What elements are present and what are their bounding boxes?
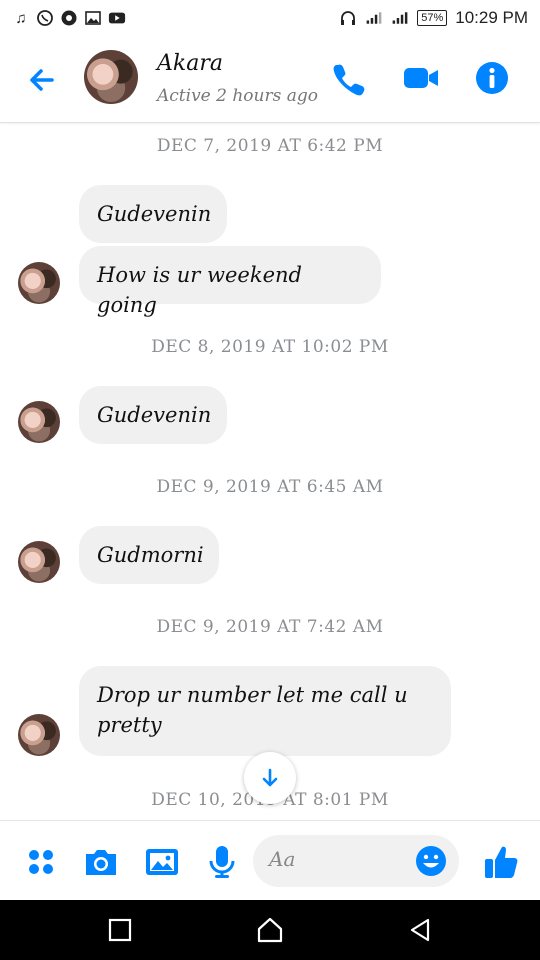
battery-indicator: 57%: [417, 10, 448, 26]
apps-grid-icon: [29, 850, 53, 874]
thread-timestamp: DEC 8, 2019 AT 10:02 PM: [151, 337, 389, 357]
message-bubble[interactable]: Gudmorni: [79, 526, 219, 584]
system-navigation-bar: [0, 900, 540, 960]
image-icon: [146, 849, 178, 875]
info-button[interactable]: [474, 60, 510, 96]
contact-avatar[interactable]: [84, 50, 138, 104]
contact-name[interactable]: Akara: [157, 51, 223, 76]
sender-avatar[interactable]: [18, 541, 60, 583]
camera-button[interactable]: [82, 843, 120, 881]
arrow-down-icon: [262, 768, 278, 787]
like-button[interactable]: [482, 843, 520, 881]
back-nav-button[interactable]: [404, 914, 436, 946]
status-time: 10:29 PM: [455, 8, 528, 27]
scroll-to-bottom-button[interactable]: [244, 752, 296, 804]
emoji-icon[interactable]: [415, 845, 447, 877]
message-composer: Aa: [0, 820, 540, 901]
microphone-icon: [209, 846, 235, 878]
image-icon: [84, 9, 102, 27]
whatsapp-icon: [36, 9, 54, 27]
sender-avatar[interactable]: [18, 262, 60, 304]
info-icon: [476, 62, 508, 94]
more-actions-button[interactable]: [22, 843, 60, 881]
phone-icon: [333, 64, 365, 96]
share-icon: [60, 9, 78, 27]
home-button[interactable]: [254, 914, 286, 946]
arrow-left-icon: [30, 69, 54, 91]
status-bar: ♫ 57% 10:29 PM: [0, 0, 540, 36]
video-camera-icon: [404, 68, 438, 88]
youtube-icon: [108, 9, 126, 27]
square-icon: [108, 918, 132, 942]
message-input-placeholder: Aa: [269, 847, 296, 871]
message-bubble[interactable]: Gudevenin: [79, 185, 227, 243]
home-icon: [257, 917, 283, 943]
triangle-back-icon: [410, 918, 430, 942]
message-input[interactable]: Aa: [253, 835, 459, 887]
video-call-button[interactable]: [402, 60, 438, 96]
sender-avatar[interactable]: [18, 401, 60, 443]
headphones-icon: [339, 9, 357, 27]
signal-icon: [365, 9, 383, 27]
recents-button[interactable]: [104, 914, 136, 946]
gallery-button[interactable]: [143, 843, 181, 881]
conversation-header: Akara Active 2 hours ago: [0, 36, 540, 123]
status-left-icons: ♫: [12, 9, 126, 27]
voice-call-button[interactable]: [330, 60, 366, 96]
signal-icon-2: [391, 9, 409, 27]
thread-timestamp: DEC 7, 2019 AT 6:42 PM: [156, 136, 384, 156]
message-bubble[interactable]: How is ur weekend going: [79, 246, 381, 317]
sender-avatar[interactable]: [18, 714, 60, 756]
camera-icon: [86, 850, 116, 875]
status-right-icons: 57% 10:29 PM: [339, 8, 528, 28]
message-bubble[interactable]: Drop ur number let me call u pretty: [79, 666, 451, 756]
message-bubble[interactable]: Gudevenin: [79, 386, 227, 444]
message-thread[interactable]: DEC 7, 2019 AT 6:42 PM Gudevenin How is …: [0, 122, 540, 820]
voice-message-button[interactable]: [203, 843, 241, 881]
music-note-icon: ♫: [15, 9, 27, 27]
back-button[interactable]: [22, 60, 62, 100]
contact-status: Active 2 hours ago: [157, 86, 318, 106]
thumbs-up-icon: [485, 846, 518, 878]
thread-timestamp: DEC 9, 2019 AT 6:45 AM: [156, 477, 384, 497]
thread-timestamp: DEC 9, 2019 AT 7:42 AM: [156, 617, 384, 637]
